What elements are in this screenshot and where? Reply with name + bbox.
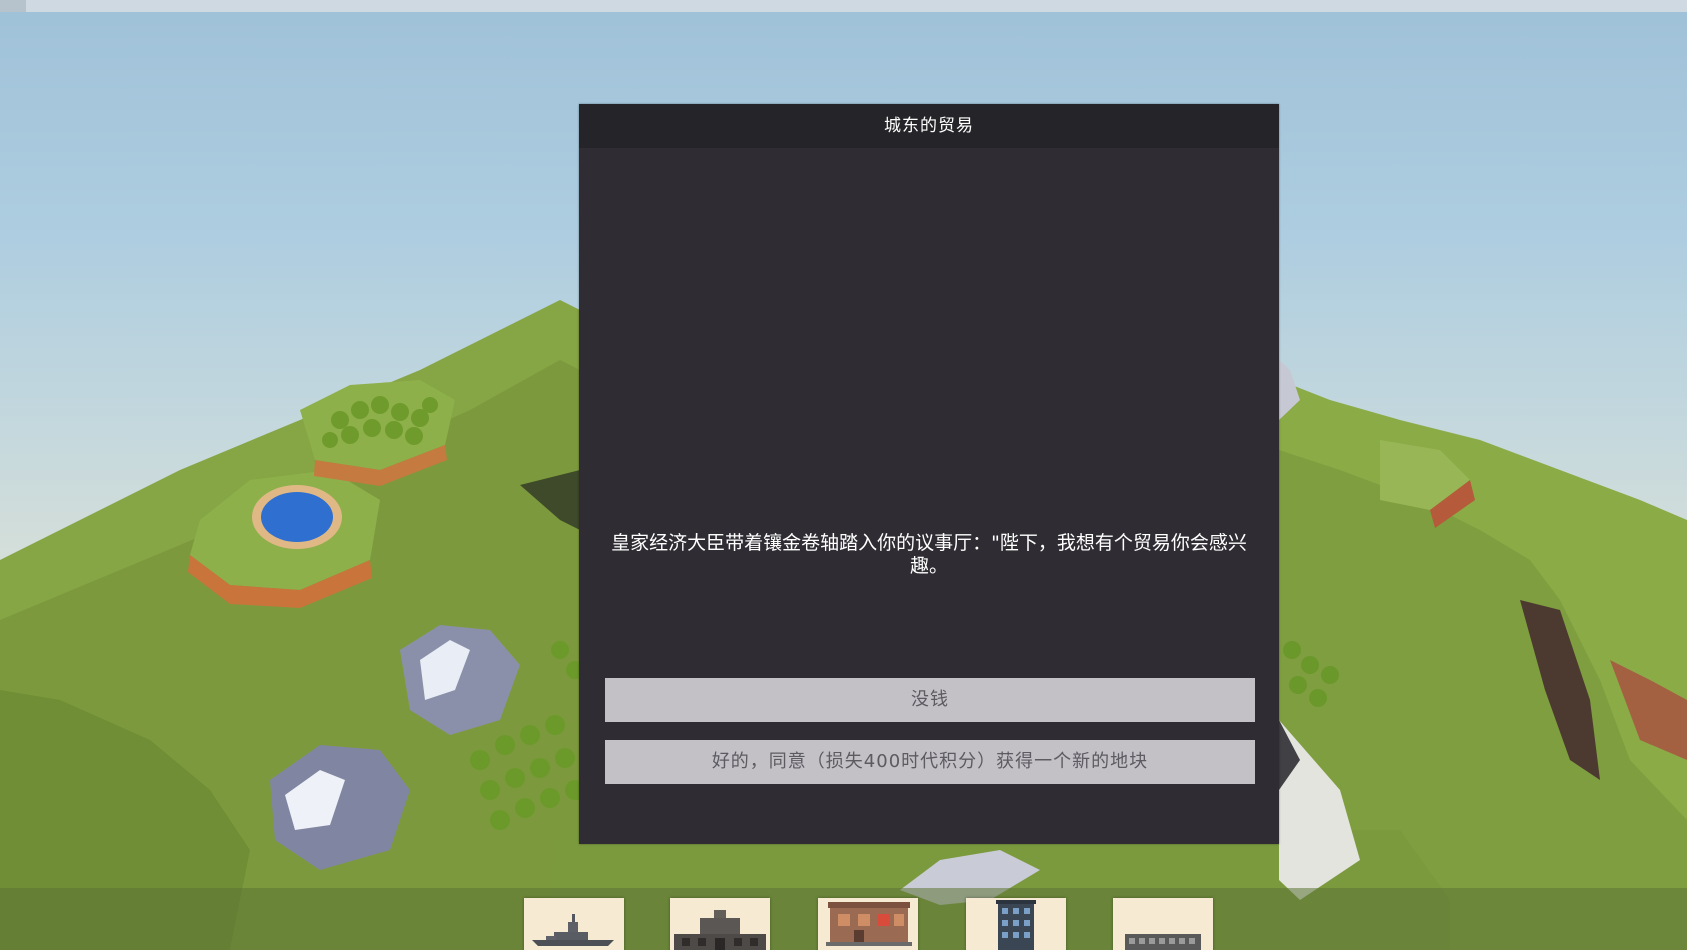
dialog-title: 城东的贸易 <box>579 104 1279 148</box>
building-card-factory[interactable] <box>1113 898 1213 950</box>
game-scene: 城东的贸易 皇家经济大臣带着镶金卷轴踏入你的议事厅："陛下，我想有个贸易你会感兴… <box>0 0 1687 950</box>
building-card-tower[interactable] <box>966 898 1066 950</box>
tower-building-icon <box>996 900 1036 950</box>
factory-building-icon <box>1125 934 1201 950</box>
accept-choice-button[interactable]: 好的，同意（损失400时代积分）获得一个新的地块 <box>605 740 1255 784</box>
building-card-hall[interactable] <box>670 898 770 950</box>
hall-building-icon <box>674 910 766 950</box>
building-card-warship[interactable] <box>524 898 624 950</box>
warship-icon <box>532 914 614 946</box>
dialog-body-text: 皇家经济大臣带着镶金卷轴踏入你的议事厅："陛下，我想有个贸易你会感兴趣。 <box>611 532 1247 577</box>
building-card-house[interactable] <box>818 898 918 950</box>
decline-choice-button[interactable]: 没钱 <box>605 678 1255 722</box>
event-dialog: 城东的贸易 皇家经济大臣带着镶金卷轴踏入你的议事厅："陛下，我想有个贸易你会感兴… <box>579 104 1279 844</box>
building-bar <box>0 888 1687 950</box>
house-building-icon <box>826 902 912 946</box>
